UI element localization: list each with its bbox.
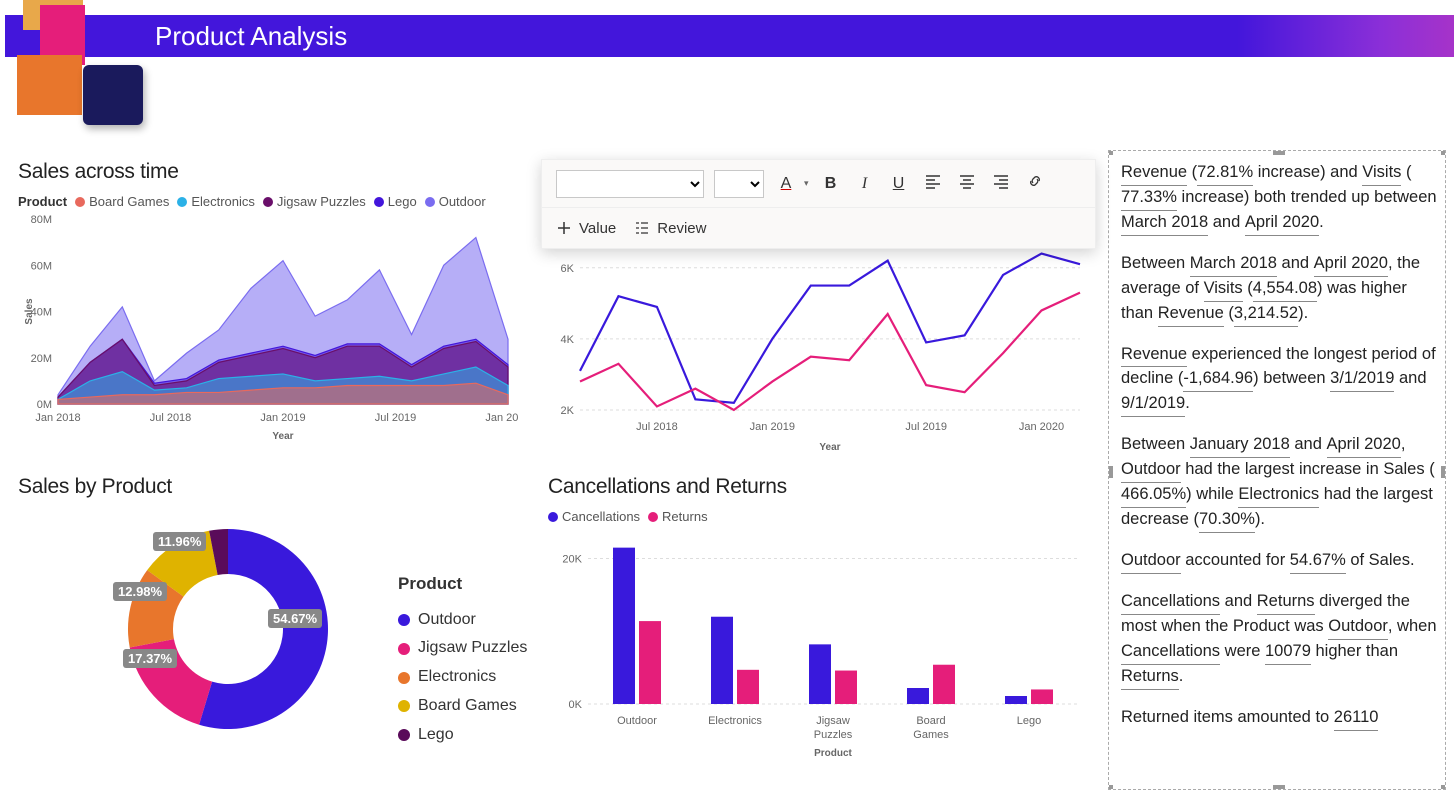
resize-handle[interactable]	[1108, 466, 1113, 478]
logo-blocks	[5, 0, 145, 130]
chart-title: Sales by Product	[18, 475, 528, 499]
svg-text:Jan 2018: Jan 2018	[35, 412, 80, 424]
svg-text:2K: 2K	[561, 405, 575, 417]
align-center-button[interactable]	[955, 173, 979, 194]
chart-sales-across-time: Sales across time Product Board Games El…	[18, 160, 518, 454]
svg-text:Games: Games	[913, 729, 949, 741]
font-size-select[interactable]	[714, 170, 764, 198]
add-value-button[interactable]: Value	[556, 220, 616, 237]
svg-text:Product: Product	[814, 748, 852, 759]
svg-text:6K: 6K	[561, 263, 575, 275]
svg-text:4K: 4K	[561, 334, 575, 346]
chart-title: Sales across time	[18, 160, 518, 184]
chart-cancellations-returns: Cancellations and Returns Cancellations …	[548, 475, 1088, 779]
font-family-select[interactable]	[556, 170, 704, 198]
align-right-button[interactable]	[989, 173, 1013, 194]
chart-title: Cancellations and Returns	[548, 475, 1088, 499]
svg-text:60M: 60M	[31, 260, 52, 272]
svg-text:20K: 20K	[562, 554, 582, 566]
header-bar: Product Analysis	[5, 15, 1454, 57]
svg-text:20M: 20M	[31, 353, 52, 365]
resize-handle[interactable]	[1441, 466, 1446, 478]
svg-text:Sales: Sales	[24, 298, 35, 325]
svg-text:Jan 2020: Jan 2020	[1019, 421, 1064, 433]
donut-legend: Product Outdoor Jigsaw Puzzles Electroni…	[398, 569, 527, 750]
svg-text:Jul 2019: Jul 2019	[905, 421, 947, 433]
resize-handle[interactable]	[1108, 785, 1113, 790]
svg-text:0K: 0K	[569, 699, 583, 711]
slice-label-boardgames: 11.96%	[153, 532, 206, 551]
font-color-caret[interactable]: ▾	[804, 178, 809, 189]
svg-text:Jan 2019: Jan 2019	[750, 421, 795, 433]
bold-button[interactable]: B	[819, 175, 843, 193]
svg-text:Outdoor: Outdoor	[617, 715, 657, 727]
legend: Product Board Games Electronics Jigsaw P…	[18, 194, 518, 209]
svg-text:Board: Board	[916, 715, 945, 727]
align-left-button[interactable]	[921, 173, 945, 194]
smart-narrative-textbox[interactable]: ⋯ Revenue (72.81% increase) and Visits (…	[1108, 150, 1446, 790]
resize-handle[interactable]	[1441, 150, 1446, 155]
resize-handle[interactable]	[1441, 785, 1446, 790]
svg-text:Jul 2018: Jul 2018	[150, 412, 192, 424]
resize-handle[interactable]	[1273, 785, 1285, 790]
slice-label-jigsaw: 17.37%	[123, 649, 177, 668]
svg-text:Electronics: Electronics	[708, 715, 762, 727]
svg-text:Jan 2020: Jan 2020	[485, 412, 518, 424]
slice-label-electronics: 12.98%	[113, 582, 167, 601]
svg-text:Jul 2018: Jul 2018	[636, 421, 678, 433]
svg-text:Jan 2019: Jan 2019	[260, 412, 305, 424]
svg-text:0M: 0M	[37, 399, 52, 411]
bar-chart-svg: 0K 20K Outdoor Electronics Jigsaw Puzzles Boar…	[548, 524, 1088, 774]
underline-button[interactable]: U	[887, 175, 911, 193]
svg-text:Lego: Lego	[1017, 715, 1041, 727]
svg-text:80M: 80M	[31, 214, 52, 226]
donut-chart-svg	[78, 509, 378, 769]
legend: Cancellations Returns	[548, 509, 1088, 524]
italic-button[interactable]: I	[853, 175, 877, 193]
svg-text:Year: Year	[819, 442, 840, 453]
resize-handle[interactable]	[1108, 150, 1113, 155]
chart-sales-by-product: Sales by Product 54.67% 17.37% 12.98% 11…	[18, 475, 528, 769]
page-title: Product Analysis	[155, 21, 347, 52]
link-button[interactable]	[1023, 173, 1047, 194]
svg-text:Jul 2019: Jul 2019	[375, 412, 417, 424]
resize-handle[interactable]	[1273, 150, 1285, 155]
slice-label-outdoor: 54.67%	[268, 609, 322, 628]
svg-text:Puzzles: Puzzles	[814, 729, 853, 741]
svg-text:Year: Year	[272, 431, 293, 442]
font-color-button[interactable]: A	[774, 175, 798, 193]
area-chart-svg: 0M20M40M60M80MJan 2018Jul 2018Jan 2019Ju…	[18, 209, 518, 449]
review-button[interactable]: Review	[634, 220, 706, 237]
svg-text:Jigsaw: Jigsaw	[816, 715, 850, 727]
text-format-toolbar: A ▾ B I U Value Review	[541, 159, 1096, 249]
